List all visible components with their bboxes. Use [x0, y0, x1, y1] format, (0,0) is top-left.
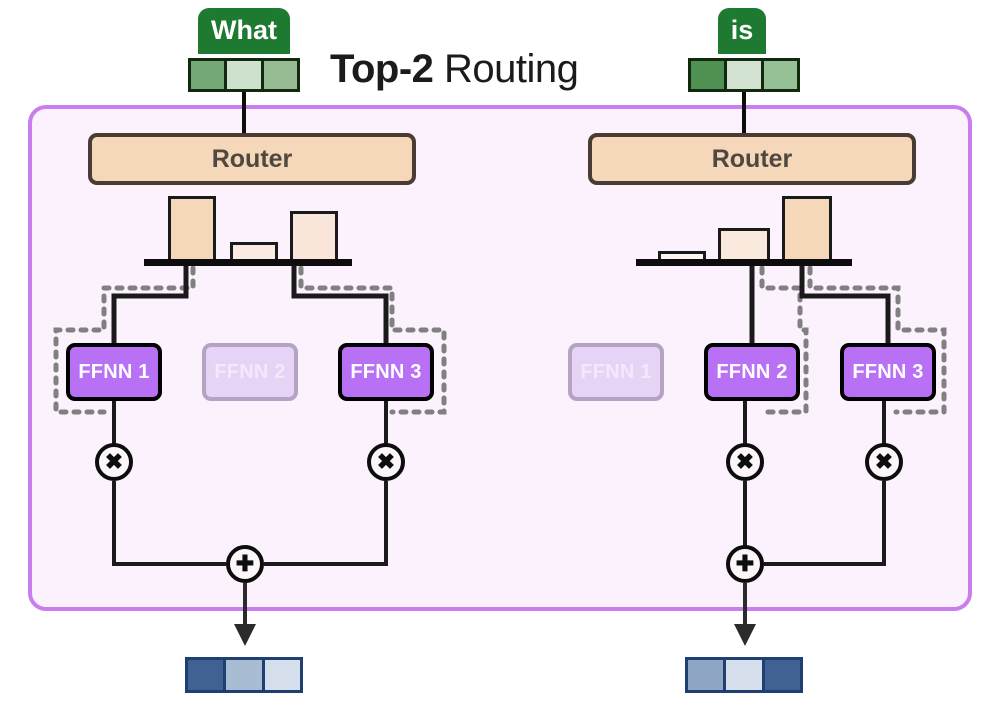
output-cell [761, 660, 800, 690]
title-strong: Top-2 [330, 47, 434, 91]
add-icon: ✚ [226, 545, 264, 583]
title-light: Routing [433, 47, 579, 91]
output-embedding-right [685, 657, 803, 693]
multiply-icon: ✖ [367, 443, 405, 481]
multiply-icon: ✖ [726, 443, 764, 481]
embedding-cell [691, 61, 725, 89]
chart-baseline [144, 259, 352, 266]
embedding-cell [760, 61, 797, 89]
multiply-icon: ✖ [95, 443, 133, 481]
input-embedding-is [688, 58, 800, 92]
prob-bar-expert-1 [168, 196, 216, 262]
router-box-right[interactable]: Router [588, 133, 916, 185]
token-pill-what: What [198, 8, 290, 54]
token-pill-is: is [718, 8, 766, 54]
expert-ffnn-3-right[interactable]: FFNN 3 [840, 343, 936, 401]
embedding-cell [191, 61, 225, 89]
diagram-canvas: Top-2 Routing What is Router Router FFNN… [0, 0, 1004, 720]
multiply-icon: ✖ [865, 443, 903, 481]
page-title: Top-2 Routing [330, 44, 670, 94]
router-box-left[interactable]: Router [88, 133, 416, 185]
output-embedding-left [185, 657, 303, 693]
router-prob-chart-left [140, 196, 352, 272]
output-cell [188, 660, 224, 690]
chart-baseline [636, 259, 852, 266]
embedding-cell [260, 61, 297, 89]
expert-ffnn-2-right[interactable]: FFNN 2 [704, 343, 800, 401]
router-prob-chart-right [636, 196, 852, 272]
input-embedding-what [188, 58, 300, 92]
expert-ffnn-2-left[interactable]: FFNN 2 [202, 343, 298, 401]
expert-ffnn-1-left[interactable]: FFNN 1 [66, 343, 162, 401]
expert-ffnn-1-right[interactable]: FFNN 1 [568, 343, 664, 401]
prob-bar-expert-3 [290, 211, 338, 262]
output-cell [261, 660, 300, 690]
embedding-cell [224, 61, 261, 89]
output-cell [223, 660, 262, 690]
output-cell [723, 660, 762, 690]
output-cell [688, 660, 724, 690]
embedding-cell [724, 61, 761, 89]
prob-bar-expert-3 [782, 196, 832, 262]
prob-bar-expert-2 [718, 228, 770, 262]
expert-ffnn-3-left[interactable]: FFNN 3 [338, 343, 434, 401]
add-icon: ✚ [726, 545, 764, 583]
